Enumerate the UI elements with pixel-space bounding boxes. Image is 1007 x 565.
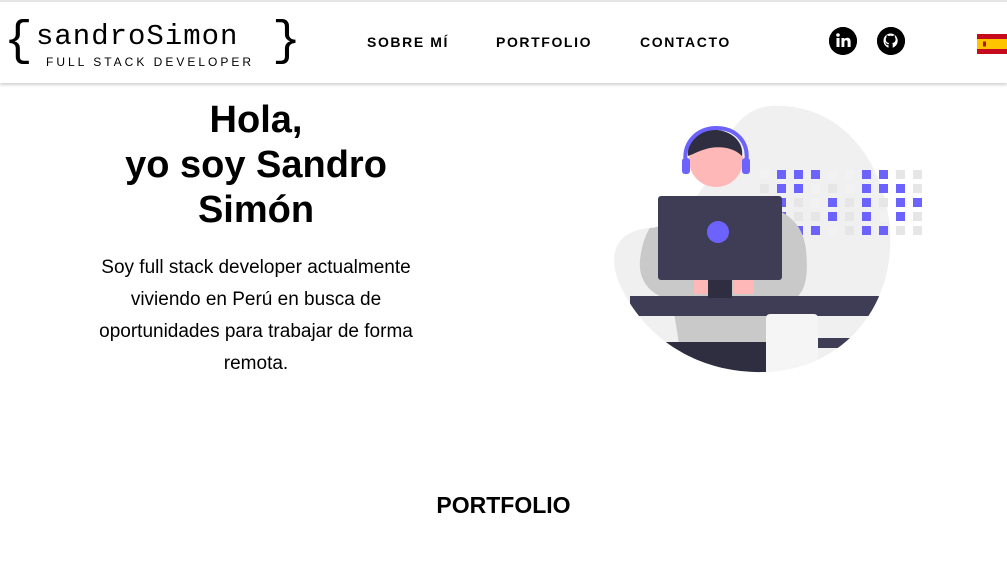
nav-link-portfolio[interactable]: PORTFOLIO: [496, 34, 592, 50]
hero-title-line-1: Hola,: [209, 99, 303, 141]
logo[interactable]: { sandroSimon FULL STACK DEVELOPER }: [4, 18, 301, 72]
nav-link-contacto[interactable]: CONTACTO: [640, 34, 731, 50]
github-icon: [877, 27, 905, 55]
nav-link-sobre-mi[interactable]: SOBRE MÍ: [367, 34, 449, 50]
logo-brace-close: }: [272, 15, 301, 69]
logo-brace-open: {: [4, 15, 33, 69]
logo-tagline: FULL STACK DEVELOPER: [46, 55, 255, 69]
developer-illustration: [614, 105, 922, 373]
hero-title-line-3: Simón: [197, 189, 315, 231]
linkedin-link[interactable]: [829, 27, 857, 55]
hero-title: Hola, yo soy Sandro Simón: [86, 98, 426, 233]
hero-description: Soy full stack developer actualmente viv…: [99, 257, 413, 374]
hero-title-line-2: yo soy Sandro: [125, 144, 387, 186]
linkedin-icon: [829, 27, 857, 55]
github-link[interactable]: [877, 27, 905, 55]
language-switch[interactable]: [977, 34, 1007, 54]
portfolio-section-title: PORTFOLIO: [436, 492, 571, 518]
site-header: { sandroSimon FULL STACK DEVELOPER } SOB…: [0, 2, 1007, 83]
spain-flag-icon: [977, 34, 1007, 54]
logo-name: sandroSimon: [36, 20, 239, 53]
